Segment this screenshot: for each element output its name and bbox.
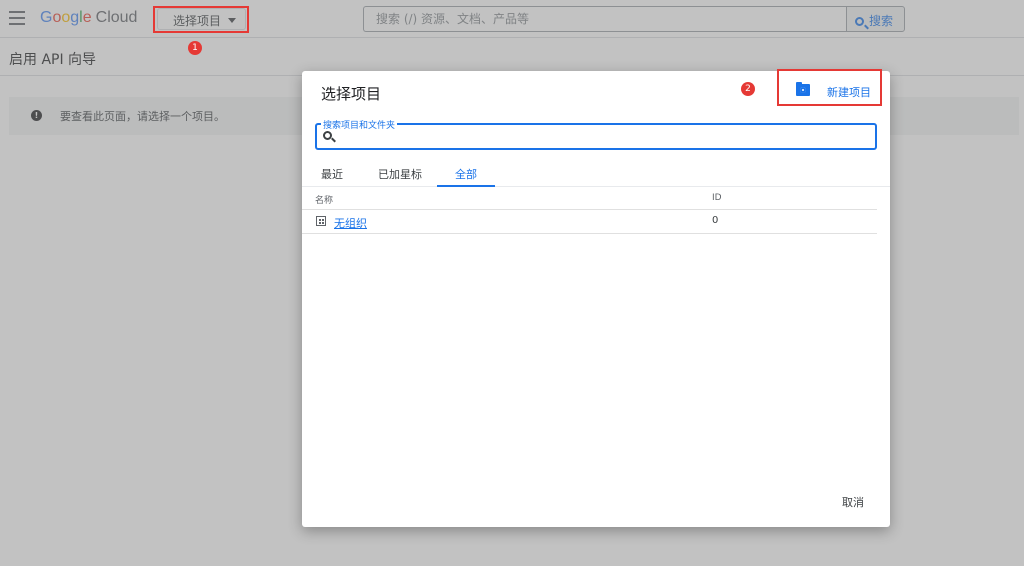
table-header: 名称 ID: [302, 188, 877, 210]
cancel-button[interactable]: 取消: [842, 494, 864, 510]
project-search-input[interactable]: [339, 125, 869, 148]
building-icon: [316, 216, 326, 226]
column-header-id[interactable]: ID: [712, 193, 722, 203]
project-table: 名称 ID 无组织 0: [302, 188, 877, 234]
annotation-badge-1: 1: [188, 41, 202, 55]
dialog-title: 选择项目: [321, 85, 382, 103]
row-name-link[interactable]: 无组织: [334, 215, 367, 231]
project-tabs: 最近 已加星标 全部: [302, 163, 890, 187]
tab-starred[interactable]: 已加星标: [378, 166, 422, 187]
table-row[interactable]: 无组织 0: [302, 210, 877, 234]
tab-recent[interactable]: 最近: [321, 166, 343, 187]
new-project-label: 新建项目: [827, 86, 871, 99]
folder-settings-icon: [796, 82, 810, 96]
select-project-dialog: 选择项目 2 新建项目 搜索项目和文件夹 最近 已加星标 全部 名称 ID 无组…: [302, 69, 890, 527]
annotation-badge-2: 2: [741, 82, 755, 96]
tab-all[interactable]: 全部: [437, 166, 495, 187]
project-search-field[interactable]: 搜索项目和文件夹: [315, 118, 877, 150]
row-id: 0: [712, 215, 719, 226]
search-icon: [323, 131, 332, 140]
column-header-name[interactable]: 名称: [315, 193, 333, 206]
